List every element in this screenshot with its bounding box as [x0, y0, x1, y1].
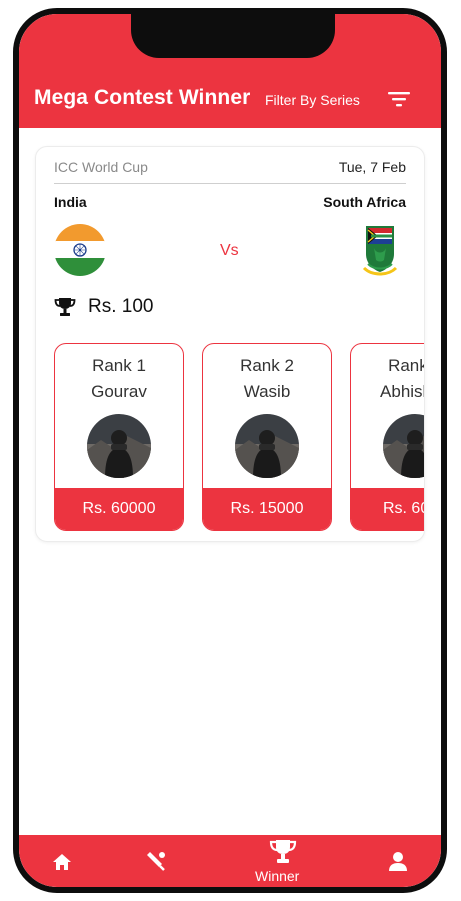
cricket-bat-icon — [147, 852, 165, 871]
divider — [54, 183, 406, 184]
filter-icon[interactable] — [388, 90, 410, 108]
series-name: ICC World Cup — [54, 159, 148, 175]
home-icon — [53, 854, 71, 870]
rank-prize: Rs. 15000 — [203, 488, 331, 530]
avatar — [235, 414, 299, 478]
contest-prize: Rs. 100 — [88, 296, 154, 317]
person-icon — [389, 852, 407, 871]
nav-matches[interactable] — [131, 835, 181, 887]
rank-title: Rank 3 — [388, 356, 425, 375]
filter-by-series-button[interactable]: Filter By Series — [265, 92, 360, 108]
page-title: Mega Contest Winner — [34, 86, 251, 109]
nav-profile[interactable] — [373, 835, 423, 887]
phone-frame: Mega Contest Winner Filter By Series ICC… — [13, 8, 447, 893]
match-date: Tue, 7 Feb — [338, 159, 406, 175]
winner-name: Gourav — [91, 382, 147, 401]
winner-name: Abhishek — [380, 382, 424, 401]
rank-card[interactable]: Rank 1 Gourav Rs. 60000 — [54, 343, 184, 531]
avatar — [87, 414, 151, 478]
india-flag-icon — [54, 224, 106, 276]
rank-prize: Rs. 6000 — [351, 488, 424, 530]
trophy-icon — [269, 840, 297, 863]
nav-winner[interactable]: Winner — [247, 835, 317, 887]
rank-carousel[interactable]: Rank 1 Gourav Rs. 60000 Rank 2 Wasib Rs.… — [54, 343, 425, 533]
nav-home[interactable] — [37, 835, 87, 887]
south-africa-crest-icon — [362, 226, 398, 276]
bottom-nav: Winner — [19, 835, 441, 887]
match-card[interactable]: ICC World Cup Tue, 7 Feb India South Afr… — [35, 146, 425, 542]
nav-winner-label: Winner — [255, 868, 300, 884]
avatar — [383, 414, 424, 478]
trophy-icon — [54, 298, 76, 316]
team-b-name: South Africa — [323, 194, 406, 210]
team-a-name: India — [54, 194, 87, 210]
phone-notch — [131, 14, 335, 58]
rank-title: Rank 2 — [240, 356, 294, 375]
rank-prize: Rs. 60000 — [55, 488, 183, 530]
rank-card[interactable]: Rank 2 Wasib Rs. 15000 — [202, 343, 332, 531]
rank-card[interactable]: Rank 3 Abhishek Rs. 6000 — [350, 343, 425, 531]
versus-label: Vs — [220, 242, 239, 259]
rank-title: Rank 1 — [92, 356, 146, 375]
winner-name: Wasib — [243, 382, 291, 401]
